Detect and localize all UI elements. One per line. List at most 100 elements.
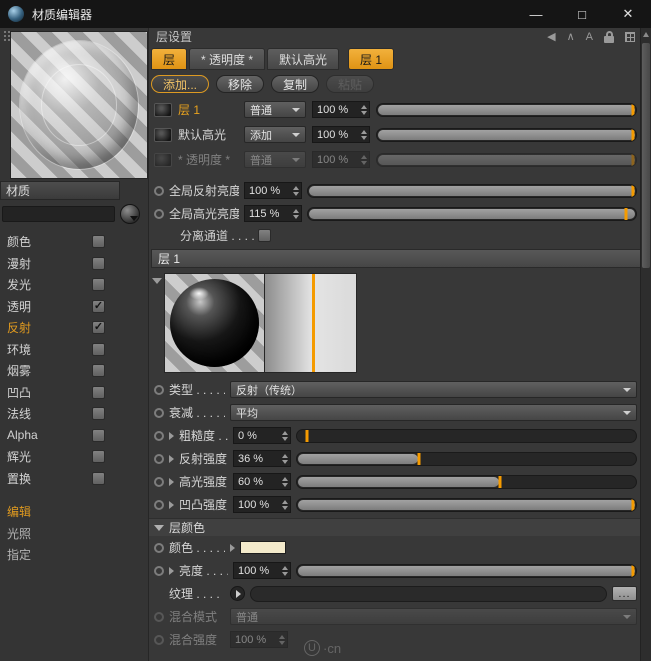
channel-checkbox[interactable]: ✓ <box>92 299 105 313</box>
channel-item-luminance[interactable]: 发光 <box>0 274 148 296</box>
spinner-arrows-icon[interactable] <box>277 634 287 645</box>
keyframe-circle-icon[interactable] <box>154 384 164 395</box>
channel-checkbox[interactable] <box>92 256 105 270</box>
channel-item-environment[interactable]: 环境 <box>0 339 148 361</box>
channel-checkbox[interactable] <box>92 385 105 399</box>
spinner-arrows-icon[interactable] <box>291 185 301 196</box>
collapse-arrow-icon[interactable] <box>152 278 162 284</box>
value-slider[interactable] <box>307 206 637 221</box>
spinner-arrows-icon[interactable] <box>359 154 369 165</box>
spinner-arrows-icon[interactable] <box>280 499 290 510</box>
bump-strength-slider[interactable] <box>296 497 637 512</box>
blend-mode-dropdown[interactable]: 普通 <box>244 151 306 168</box>
spinner-arrows-icon[interactable] <box>359 104 369 115</box>
expand-arrow-icon[interactable] <box>169 431 174 440</box>
letter-a-icon[interactable]: A <box>586 31 593 43</box>
expand-arrow-icon[interactable] <box>169 454 174 463</box>
layer-thumbnail-icon[interactable] <box>154 102 172 117</box>
tab-layer[interactable]: 层 <box>151 48 188 70</box>
material-preview[interactable] <box>10 31 148 179</box>
opacity-slider[interactable] <box>376 152 637 167</box>
keyframe-circle-icon[interactable] <box>154 208 164 219</box>
type-dropdown[interactable]: 反射（传统） <box>230 381 637 398</box>
page-item-editor[interactable]: 编辑 <box>0 501 148 523</box>
channel-checkbox[interactable] <box>92 235 105 249</box>
opacity-slider[interactable] <box>376 102 637 117</box>
spinner-arrows-icon[interactable] <box>280 453 290 464</box>
caret-icon[interactable]: ∧ <box>567 30 575 43</box>
attenuation-dropdown[interactable]: 平均 <box>230 404 637 421</box>
minimize-button[interactable]: — <box>513 0 559 28</box>
keyframe-circle-icon[interactable] <box>154 453 164 464</box>
page-item-assign[interactable]: 指定 <box>0 544 148 566</box>
layer-thumbnail-icon[interactable] <box>154 152 172 167</box>
material-name-input[interactable] <box>2 206 115 222</box>
keyframe-circle-icon[interactable] <box>154 634 164 645</box>
keyframe-circle-icon[interactable] <box>154 407 164 418</box>
value-spinner[interactable]: 115 % <box>244 205 302 222</box>
scroll-up-icon[interactable] <box>641 28 651 40</box>
lock-icon[interactable] <box>604 30 614 43</box>
layer-1-section-header[interactable]: 层 1 <box>151 249 649 268</box>
scrollbar-thumb[interactable] <box>642 43 650 268</box>
channel-item-normal[interactable]: 法线 <box>0 403 148 425</box>
reflection-strength-spinner[interactable]: 36 % <box>233 450 291 467</box>
channel-checkbox[interactable] <box>92 342 105 356</box>
keyframe-circle-icon[interactable] <box>154 499 164 510</box>
spinner-arrows-icon[interactable] <box>280 476 290 487</box>
layer-thumbnail-icon[interactable] <box>154 127 172 142</box>
preview-type-button[interactable] <box>120 204 140 224</box>
channel-item-fog[interactable]: 烟雾 <box>0 360 148 382</box>
color-swatch[interactable] <box>240 541 286 554</box>
channel-item-displacement[interactable]: 置换 <box>0 468 148 490</box>
channel-checkbox[interactable] <box>92 364 105 378</box>
opacity-spinner[interactable]: 100 % <box>312 151 370 168</box>
value-slider[interactable] <box>307 183 637 198</box>
paste-button[interactable]: 粘贴 <box>326 75 375 93</box>
opacity-spinner[interactable]: 100 % <box>312 126 370 143</box>
opacity-slider[interactable] <box>376 127 637 142</box>
channel-item-bump[interactable]: 凹凸 <box>0 382 148 404</box>
copy-button[interactable]: 复制 <box>271 75 320 93</box>
spinner-arrows-icon[interactable] <box>280 565 290 576</box>
bump-strength-spinner[interactable]: 100 % <box>233 496 291 513</box>
material-name-bar[interactable]: 材质 <box>0 181 120 200</box>
add-button[interactable]: 添加... <box>151 75 210 93</box>
maximize-button[interactable]: □ <box>559 0 605 28</box>
channel-checkbox[interactable]: ✓ <box>92 321 105 335</box>
tab-default-specular[interactable]: 默认高光 <box>267 48 340 70</box>
expand-arrow-icon[interactable] <box>169 566 174 575</box>
channel-checkbox[interactable] <box>92 450 105 464</box>
brightness-slider[interactable] <box>296 563 637 578</box>
remove-button[interactable]: 移除 <box>216 75 265 93</box>
spinner-arrows-icon[interactable] <box>359 129 369 140</box>
layer-preview-sphere[interactable] <box>164 273 265 373</box>
falloff-gradient-preview[interactable] <box>265 273 357 373</box>
spinner-arrows-icon[interactable] <box>291 208 301 219</box>
expand-arrow-icon[interactable] <box>169 477 174 486</box>
layer-color-section-header[interactable]: 层颜色 <box>149 518 651 536</box>
channel-checkbox[interactable] <box>92 278 105 292</box>
blend-mode-dropdown[interactable]: 普通 <box>244 101 306 118</box>
keyframe-circle-icon[interactable] <box>154 565 164 576</box>
keyframe-circle-icon[interactable] <box>154 542 164 553</box>
brightness-spinner[interactable]: 100 % <box>233 562 291 579</box>
channel-checkbox[interactable] <box>92 428 105 442</box>
channel-item-glow[interactable]: 辉光 <box>0 446 148 468</box>
tab-layer-1[interactable]: 层 1 <box>348 48 395 70</box>
channel-item-transparency[interactable]: 透明 ✓ <box>0 296 148 318</box>
expand-arrow-icon[interactable] <box>169 500 174 509</box>
mix-mode-dropdown[interactable]: 普通 <box>230 608 637 625</box>
channel-item-reflectance[interactable]: 反射 ✓ <box>0 317 148 339</box>
texture-browse-button[interactable]: ... <box>612 586 637 601</box>
mix-strength-spinner[interactable]: 100 % <box>230 631 288 648</box>
channel-checkbox[interactable] <box>92 407 105 421</box>
blend-mode-dropdown[interactable]: 添加 <box>244 126 306 143</box>
reflection-strength-slider[interactable] <box>296 451 637 466</box>
close-button[interactable]: ✕ <box>605 0 651 28</box>
specular-strength-slider[interactable] <box>296 474 637 489</box>
specular-strength-spinner[interactable]: 60 % <box>233 473 291 490</box>
channel-item-diffuse[interactable]: 漫射 <box>0 253 148 275</box>
grid-icon[interactable] <box>625 31 635 42</box>
tab-transparency[interactable]: * 透明度 * <box>189 48 266 70</box>
